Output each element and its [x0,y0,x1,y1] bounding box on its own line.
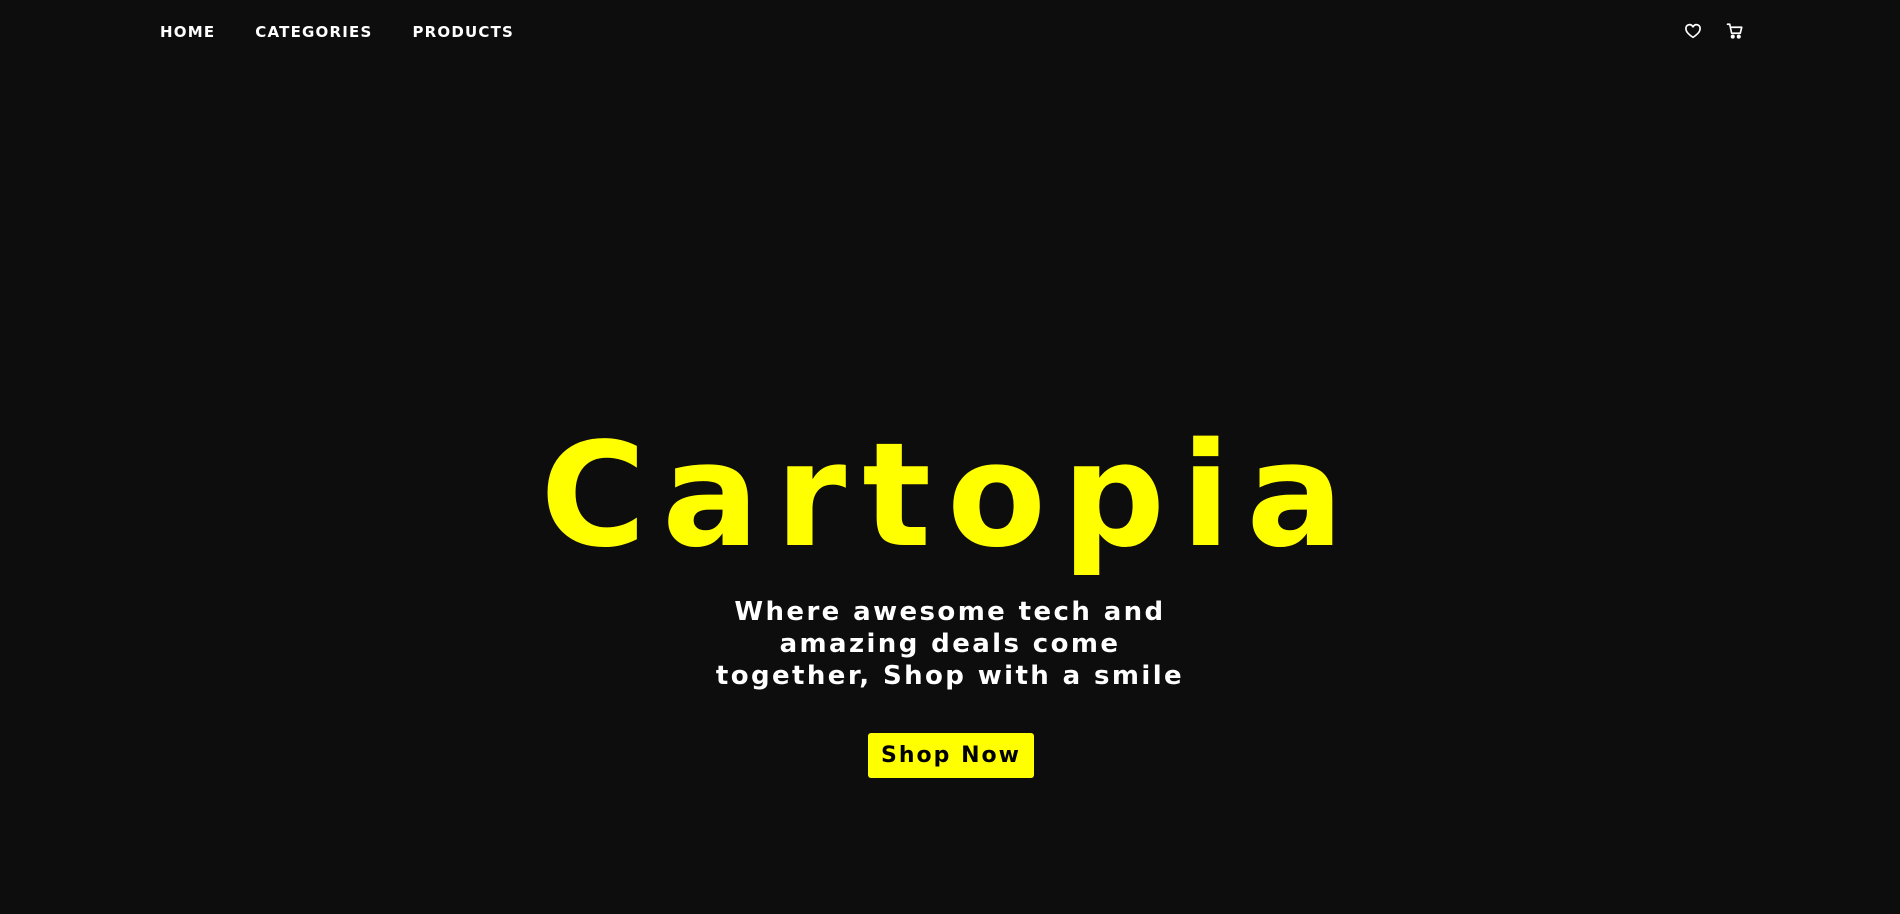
tagline-line-1: Where awesome tech and [734,597,1166,627]
hero-section: Cartopia Where awesome tech and amazing … [0,0,1900,914]
shop-now-button[interactable]: Shop Now [868,733,1034,778]
hero-tagline: Where awesome tech and amazing deals com… [700,596,1200,692]
tagline-line-2: amazing deals come [779,629,1121,659]
brand-title: Cartopia [540,411,1360,579]
tagline-line-3: together, Shop with a smile [715,661,1185,691]
page: HOME CATEGORIES PRODUCTS Cartopia Where … [0,0,1900,914]
